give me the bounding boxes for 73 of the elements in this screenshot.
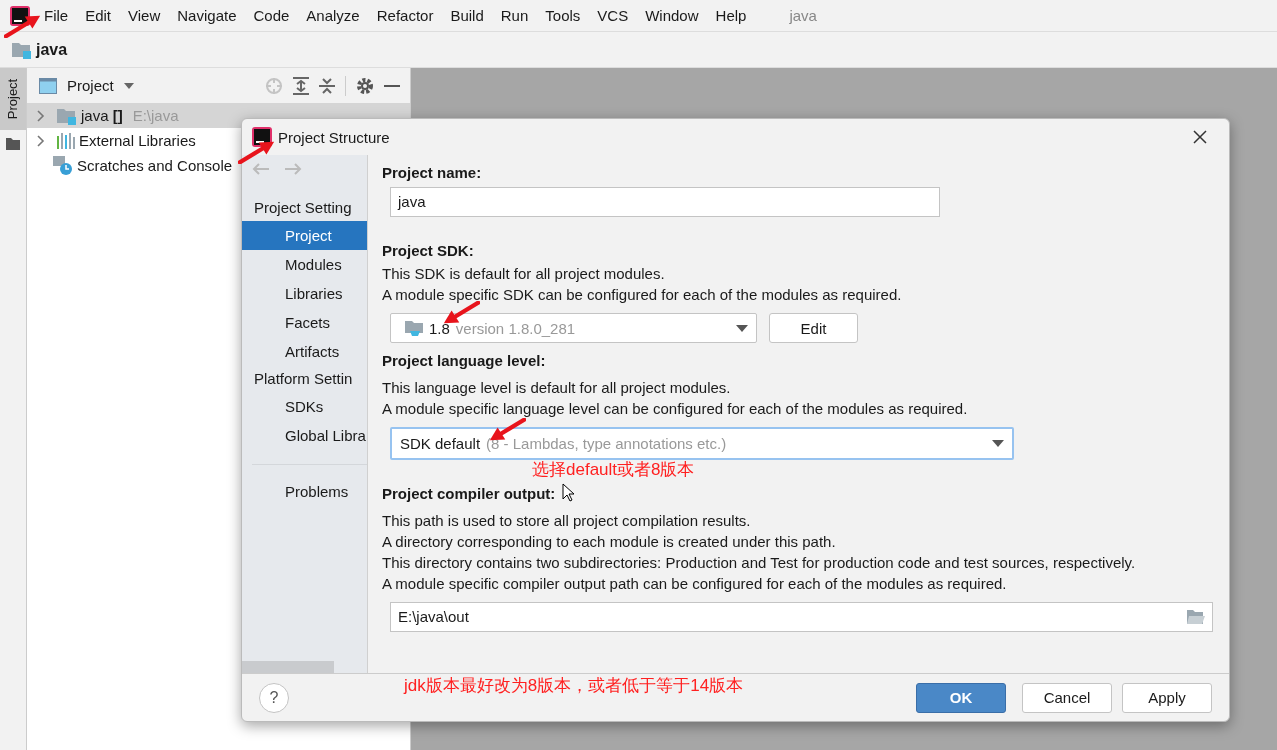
- chevron-icon[interactable]: [37, 134, 45, 147]
- sidebar-heading: Project Setting: [253, 198, 353, 218]
- sidebar-item[interactable]: Facets: [242, 308, 367, 337]
- description-text: This language level is default for all project modules.: [382, 378, 732, 398]
- breadcrumb[interactable]: java: [36, 40, 68, 59]
- library-icon: [57, 132, 75, 149]
- description-text: A module specific SDK can be configured for each of the modules as required.: [382, 285, 903, 305]
- dialog-button[interactable]: Apply: [1122, 682, 1212, 713]
- tool-window-tab[interactable]: Project: [0, 68, 26, 130]
- menu-item[interactable]: Refactor: [376, 7, 443, 24]
- sidebar-item[interactable]: Modules: [242, 250, 367, 279]
- sidebar-item[interactable]: Project: [242, 221, 367, 250]
- panel-title[interactable]: Project: [67, 77, 114, 94]
- ok-button[interactable]: OK: [916, 682, 1006, 713]
- annotation-arrow: [4, 14, 42, 38]
- jdk-folder-icon: [405, 319, 425, 337]
- menu-item[interactable]: Run: [500, 7, 538, 24]
- menu-item[interactable]: Analyze: [306, 7, 369, 24]
- annotation-text: 选择default或者8版本: [532, 459, 695, 480]
- menu-item[interactable]: VCS: [597, 7, 638, 24]
- description-text: This SDK is default for all project modules.: [382, 264, 666, 284]
- project-title: java: [789, 7, 817, 24]
- folder-icon: [6, 138, 20, 150]
- field-label: Project SDK:: [382, 241, 474, 261]
- dropdown-caret-icon: [736, 324, 748, 332]
- edit-button[interactable]: Edit: [769, 313, 858, 343]
- field-label: Project name:: [382, 163, 482, 183]
- settings-icon[interactable]: [356, 76, 374, 95]
- module-folder-icon: [57, 106, 77, 125]
- menu-item[interactable]: Window: [645, 7, 708, 24]
- module-folder-icon: [12, 40, 32, 59]
- annotation-text: jdk版本最好改为8版本，或者低于等于14版本: [404, 675, 744, 697]
- project-name-field[interactable]: java: [390, 187, 940, 217]
- expand-all-icon[interactable]: [293, 76, 309, 95]
- dropdown-caret-icon[interactable]: [123, 82, 134, 89]
- menu-item[interactable]: Edit: [85, 7, 121, 24]
- sidebar-item[interactable]: Global Libra: [242, 421, 367, 450]
- menu-item[interactable]: Navigate: [177, 7, 246, 24]
- description-text: A directory corresponding to each module is created under this path.: [382, 532, 837, 552]
- menu-item[interactable]: Tools: [545, 7, 590, 24]
- field-label: Project compiler output:: [382, 484, 556, 504]
- description-text: This directory contains two subdirectories: Production and Test for production code and test sources, respectively.: [382, 553, 1137, 573]
- menu-item[interactable]: View: [128, 7, 170, 24]
- sdk-dropdown[interactable]: 1.8 version 1.8.0_281: [390, 313, 757, 343]
- sidebar-item[interactable]: SDKs: [242, 392, 367, 421]
- description-text: A module specific compiler output path can be configured for each of the modules as required.: [382, 574, 1008, 594]
- sidebar-item[interactable]: Libraries: [242, 279, 367, 308]
- menu-item[interactable]: Help: [715, 7, 756, 24]
- dropdown-caret-icon: [992, 440, 1004, 447]
- description-text: A module specific language level can be configured for each of the modules as required.: [382, 399, 969, 419]
- close-icon[interactable]: [1193, 130, 1207, 144]
- dialog-button[interactable]: Cancel: [1022, 682, 1112, 713]
- sidebar-item[interactable]: Problems: [242, 477, 367, 506]
- annotation-arrow: [442, 301, 480, 325]
- annotation-arrow: [238, 140, 276, 164]
- mouse-cursor-icon: [562, 483, 574, 502]
- window-icon: [39, 77, 57, 94]
- menu-item[interactable]: Build: [450, 7, 493, 24]
- chevron-icon[interactable]: [37, 109, 45, 122]
- collapse-all-icon[interactable]: [319, 76, 335, 95]
- scrollbar-thumb[interactable]: [242, 661, 334, 673]
- output-path-field[interactable]: E:\java\out: [390, 602, 1213, 632]
- help-button[interactable]: ?: [259, 682, 289, 713]
- sidebar-heading: Platform Settin: [253, 369, 354, 389]
- scratch-clock-icon: [53, 155, 73, 176]
- description-text: This path is used to store all project compilation results.: [382, 511, 752, 531]
- sidebar-item[interactable]: Artifacts: [242, 337, 367, 366]
- menu-item[interactable]: File: [44, 7, 78, 24]
- folder-icon[interactable]: [1187, 610, 1205, 624]
- menu-item[interactable]: Code: [253, 7, 299, 24]
- field-label: Project language level:: [382, 351, 546, 371]
- dialog-title: Project Structure: [278, 128, 390, 146]
- app-logo-icon: [10, 5, 30, 26]
